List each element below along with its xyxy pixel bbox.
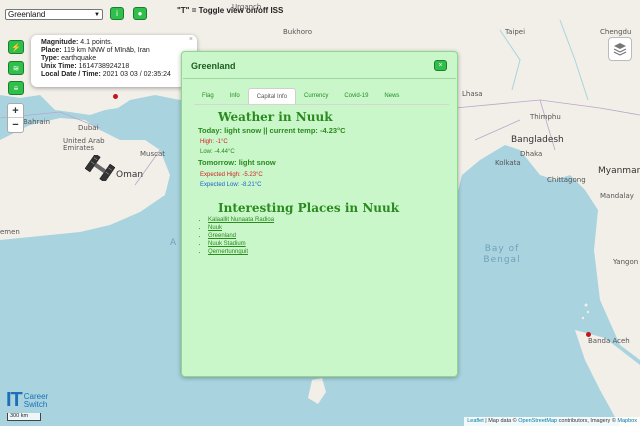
tomorrow-weather: Tomorrow: light snow [198,158,276,167]
today-high: High: -1°C [200,139,228,145]
map-label: Taipei [505,28,526,36]
weather-heading: Weather in Nuuk [218,110,333,124]
local-time-row: Local Date / Time: 2021 03 03 / 02:35:24 [41,71,187,79]
earthquake-marker[interactable] [113,94,118,99]
rss-icon: ≋ [12,63,20,73]
location-pin-icon: ● [137,9,143,18]
brand-line-2: Switch [23,399,48,409]
scale-bar: 300 km [7,413,41,421]
iss-toggle-hint: "T" = Toggle view on/off ISS [177,6,284,15]
tab-news[interactable]: News [376,88,407,104]
map-label: Lhasa [462,90,483,98]
chevron-down-icon: ▼ [94,11,100,18]
tab-currency[interactable]: Currency [296,88,336,104]
map-label: Banda Aceh [588,337,630,345]
country-select-value: Greenland [8,10,46,19]
layers-button[interactable] [608,37,632,61]
tab-info[interactable]: Info [222,88,248,104]
map-data-text: | Map data © [485,418,517,424]
divider [183,78,456,79]
bay-of-bengal-label: Bay of Bengal [483,244,521,265]
weather-layer-button[interactable]: ⚡ [8,40,24,54]
brand-text: Career Switch [23,392,48,409]
leaflet-link[interactable]: Leaflet [467,418,484,424]
layers-icon [613,43,627,56]
unix-time-value: 1614738924218 [78,63,130,70]
map-label: Dubai [78,124,99,132]
map-label: Oman [116,170,144,180]
map-label: Bahrain [23,118,51,126]
iss-satellite-icon[interactable] [85,155,115,181]
tab-divider [194,104,449,105]
local-time-value: 2021 03 03 / 02:35:24 [102,71,171,78]
place-label: Place: [41,47,62,54]
place-row: Place: 119 km NNW of Mīnāb, Iran [41,47,187,55]
tab-flag[interactable]: Flag [194,88,222,104]
map-label: emen [0,228,20,236]
map-label: A [170,238,177,248]
info-button[interactable]: i [110,7,124,20]
contributors-text: contributors, Imagery © [558,418,616,424]
map-label: Muscat [140,150,166,158]
type-label: Type: [41,55,60,62]
today-weather: Today: light snow || current temp: -4.23… [198,126,346,135]
place-value: 119 km NNW of Mīnāb, Iran [63,47,150,54]
map-label: Thimphu [530,113,561,121]
close-icon[interactable]: × [189,36,193,44]
place-link[interactable]: Qernertunnguit [208,248,274,256]
close-icon: × [438,62,443,69]
country-select[interactable]: Greenland ▼ [5,9,103,20]
modal-close-button[interactable]: × [434,60,447,71]
zoom-out-button[interactable]: − [8,118,23,132]
type-row: Type: earthquake [41,55,187,63]
map-label: Chengdu [600,28,632,36]
place-link[interactable]: Kalaallit Nunaata Radioa [208,216,274,224]
map-label: United Arab Emirates [63,137,105,152]
earthquake-popup: × Magnitude: 4.1 points. Place: 119 km N… [31,35,197,87]
places-heading: Interesting Places in Nuuk [218,201,400,215]
place-link[interactable]: Nuuk Stadium [208,240,274,248]
mapbox-link[interactable]: Mapbox [617,418,637,424]
type-value: earthquake [61,55,97,62]
info-icon: i [116,9,118,18]
map-label: Yangon [613,258,639,266]
map-label: Chittagong [547,176,586,184]
news-layer-button[interactable]: ≋ [8,61,24,75]
map-label: Kolkata [495,159,521,167]
modal-title: Greenland [191,61,236,71]
map-label: Mandalay [600,192,634,200]
osm-link[interactable]: OpenStreetMap [518,418,557,424]
unix-time-label: Unix Time: [41,63,77,70]
map-label: Bangladesh [511,135,564,145]
magnitude-label: Magnitude: [41,39,79,46]
menu-button[interactable]: ≡ [8,81,24,95]
map-attribution: Leaflet | Map data © OpenStreetMap contr… [464,417,640,426]
tab-capital-info[interactable]: Capital Info [247,88,297,104]
local-time-label: Local Date / Time: [41,71,101,78]
places-list: Kalaallit Nunaata Radioa Nuuk Greenland … [208,216,274,256]
map-label: Bukhoro [283,28,313,36]
expected-low: Expected Low: -8.21°C [200,182,262,188]
zoom-control: + − [7,103,24,133]
brand-logo: IT Career Switch [6,389,48,412]
country-info-modal: Greenland × Flag Info Capital Info Curre… [181,51,458,377]
brand-it: IT [6,389,23,411]
tab-bar: Flag Info Capital Info Currency Covid-19… [194,88,407,104]
expected-high: Expected High: -5.23°C [200,172,263,178]
list-icon: ≡ [13,83,19,93]
magnitude-row: Magnitude: 4.1 points. [41,39,187,47]
locate-button[interactable]: ● [133,7,147,20]
place-link[interactable]: Greenland [208,232,274,240]
tab-covid-19[interactable]: Covid-19 [336,88,376,104]
place-link[interactable]: Nuuk [208,224,274,232]
today-low: Low: -4.44°C [200,149,235,155]
map-label: Dhaka [520,150,543,158]
map-label: Myanmar (Burma) [598,166,640,176]
lightning-icon: ⚡ [11,42,21,52]
magnitude-value: 4.1 points. [80,39,113,46]
zoom-in-button[interactable]: + [8,104,23,118]
unix-time-row: Unix Time: 1614738924218 [41,63,187,71]
earthquake-marker[interactable] [586,332,591,337]
